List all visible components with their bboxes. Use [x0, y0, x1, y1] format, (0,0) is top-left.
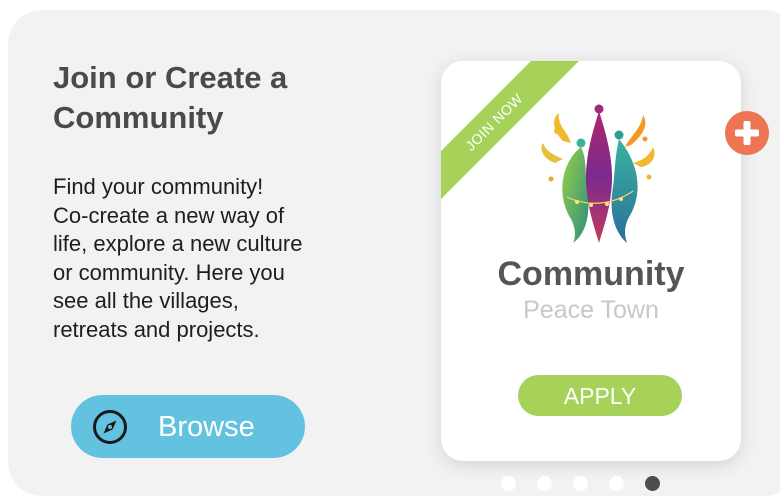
carousel-dot[interactable]: [573, 476, 588, 491]
carousel-dot[interactable]: [501, 476, 516, 491]
card-subtitle: Peace Town: [523, 296, 659, 324]
compass-icon: [93, 410, 127, 444]
browse-label: Browse: [158, 411, 255, 443]
apply-button[interactable]: APPLY: [518, 375, 682, 416]
section-title: Join or Create a Community: [53, 60, 288, 135]
carousel-dot[interactable]: [609, 476, 624, 491]
browse-button[interactable]: Browse: [71, 395, 305, 458]
community-card[interactable]: JOIN NOW Community Peace Town APPLY: [441, 61, 741, 461]
add-button[interactable]: [724, 110, 770, 156]
card-title: Community: [497, 255, 685, 293]
section-description: Find your community! Co-create a new way…: [53, 174, 303, 342]
ribbon-label: JOIN NOW: [462, 90, 526, 154]
carousel-dot[interactable]: [537, 476, 552, 491]
community-logo: [541, 104, 655, 243]
carousel-dot-active[interactable]: [645, 476, 660, 491]
apply-label: APPLY: [563, 382, 637, 409]
carousel-pagination: [501, 474, 671, 494]
